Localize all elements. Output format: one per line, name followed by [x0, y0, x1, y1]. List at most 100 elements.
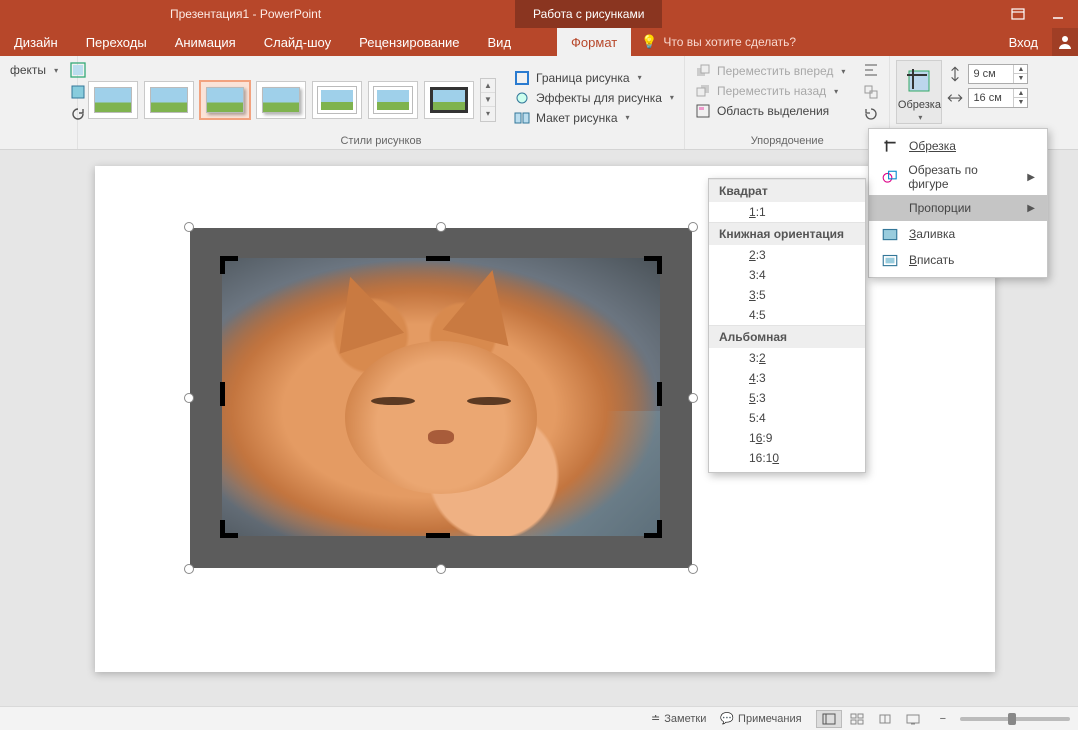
group-button[interactable] [859, 82, 883, 102]
sel-handle[interactable] [688, 564, 698, 574]
menu-crop-to-shape[interactable]: Обрезать по фигуре ▶ [869, 159, 1047, 195]
group-label-styles: Стили рисунков [84, 133, 678, 147]
selection-pane-icon [695, 103, 711, 119]
fit-icon [881, 251, 899, 269]
border-icon [514, 70, 530, 86]
document-title: Презентация1 - PowerPoint [0, 7, 998, 21]
account-icon[interactable] [1052, 28, 1078, 56]
bring-forward-icon [695, 63, 711, 79]
menu-fit[interactable]: Вписать [869, 247, 1047, 273]
crop-handle-t[interactable] [429, 256, 447, 274]
menu-fill[interactable]: Заливка [869, 221, 1047, 247]
crop-handle-br[interactable] [644, 520, 662, 538]
style-thumb-6[interactable] [368, 81, 418, 119]
style-thumb-2[interactable] [144, 81, 194, 119]
selected-picture[interactable] [190, 228, 692, 568]
crop-handle-l[interactable] [220, 385, 238, 403]
menu-crop[interactable]: Обрезка [869, 133, 1047, 159]
tab-design[interactable]: Дизайн [0, 28, 72, 56]
aspect-5-4[interactable]: 5:4 [709, 408, 865, 428]
style-thumb-5[interactable] [312, 81, 362, 119]
sel-handle[interactable] [436, 222, 446, 232]
crop-handle-b[interactable] [429, 520, 447, 538]
ribbon-display-options-icon[interactable] [998, 0, 1038, 28]
style-thumb-3[interactable] [200, 81, 250, 119]
crop-dropdown: Обрезка Обрезать по фигуре ▶ Пропорции ▶… [868, 128, 1048, 278]
crop-handle-bl[interactable] [220, 520, 238, 538]
effects-split-button[interactable]: фекты▾ [6, 62, 62, 78]
style-thumb-4[interactable] [256, 81, 306, 119]
ribbon-tabs: Дизайн Переходы Анимация Слайд-шоу Рецен… [0, 28, 1078, 56]
aspect-16-10[interactable]: 16:10 [709, 448, 865, 468]
fill-icon [881, 225, 899, 243]
aspect-3-5[interactable]: 3:5 [709, 285, 865, 305]
gallery-scroll[interactable]: ▲▼▾ [480, 78, 496, 122]
aspect-header-landscape: Альбомная [709, 325, 865, 348]
picture-layout-button[interactable]: Макет рисунка▾ [510, 109, 678, 127]
tab-format[interactable]: Формат [557, 28, 631, 56]
menu-aspect-ratio[interactable]: Пропорции ▶ [869, 195, 1047, 221]
tab-view[interactable]: Вид [474, 28, 526, 56]
notes-button[interactable]: ≐Заметки [651, 712, 706, 725]
title-bar: Презентация1 - PowerPoint Работа с рисун… [0, 0, 1078, 28]
tab-slideshow[interactable]: Слайд-шоу [250, 28, 345, 56]
crop-region[interactable] [222, 258, 660, 536]
sorter-view-button[interactable] [844, 710, 870, 728]
effects-icon [514, 90, 530, 106]
aspect-1-1[interactable]: 1:1 [709, 202, 865, 222]
width-icon [946, 89, 964, 107]
align-button[interactable] [859, 60, 883, 80]
minimize-button[interactable] [1038, 0, 1078, 28]
tab-review[interactable]: Рецензирование [345, 28, 473, 56]
width-input[interactable]: 16 см▲▼ [968, 88, 1028, 108]
crop-handle-tr[interactable] [644, 256, 662, 274]
style-thumb-1[interactable] [88, 81, 138, 119]
tell-me-placeholder: Что вы хотите сделать? [663, 35, 796, 49]
status-bar: ≐Заметки 💬Примечания − [0, 706, 1078, 730]
sel-handle[interactable] [184, 564, 194, 574]
bring-forward-button[interactable]: Переместить вперед▾ [691, 62, 850, 80]
aspect-5-3[interactable]: 5:3 [709, 388, 865, 408]
aspect-2-3[interactable]: 2:3 [709, 245, 865, 265]
picture-border-button[interactable]: Граница рисунка▾ [510, 69, 678, 87]
sel-handle[interactable] [184, 393, 194, 403]
tab-animation[interactable]: Анимация [161, 28, 250, 56]
aspect-header-square: Квадрат [709, 179, 865, 202]
sel-handle[interactable] [184, 222, 194, 232]
crop-handle-r[interactable] [644, 385, 662, 403]
slideshow-view-button[interactable] [900, 710, 926, 728]
height-icon [946, 65, 964, 83]
aspect-4-5[interactable]: 4:5 [709, 305, 865, 325]
sel-handle[interactable] [436, 564, 446, 574]
aspect-16-9[interactable]: 16:9 [709, 428, 865, 448]
reading-view-button[interactable] [872, 710, 898, 728]
zoom-out-button[interactable]: − [940, 713, 946, 725]
sel-handle[interactable] [688, 222, 698, 232]
comments-button[interactable]: 💬Примечания [720, 712, 801, 725]
sign-in-link[interactable]: Вход [995, 28, 1052, 56]
picture-styles-gallery[interactable]: ▲▼▾ [84, 72, 500, 122]
comments-icon: 💬 [720, 712, 734, 725]
height-input[interactable]: 9 см▲▼ [968, 64, 1028, 84]
crop-handle-tl[interactable] [220, 256, 238, 274]
sel-handle[interactable] [688, 393, 698, 403]
picture-effects-button[interactable]: Эффекты для рисунка▾ [510, 89, 678, 107]
tab-transitions[interactable]: Переходы [72, 28, 161, 56]
rotate-button[interactable] [859, 104, 883, 124]
aspect-3-4[interactable]: 3:4 [709, 265, 865, 285]
crop-button[interactable]: Обрезка▾ [896, 60, 942, 124]
notes-icon: ≐ [651, 712, 660, 725]
submenu-arrow-icon: ▶ [1027, 203, 1035, 214]
send-backward-button[interactable]: Переместить назад▾ [691, 82, 850, 100]
menu-fit-rest: писать [917, 253, 954, 267]
contextual-tab-title: Работа с рисунками [515, 0, 662, 28]
aspect-3-2[interactable]: 3:2 [709, 348, 865, 368]
selection-pane-button[interactable]: Область выделения [691, 102, 850, 120]
aspect-4-3[interactable]: 4:3 [709, 368, 865, 388]
normal-view-button[interactable] [816, 710, 842, 728]
style-thumb-7[interactable] [424, 81, 474, 119]
zoom-slider[interactable] [960, 717, 1070, 721]
tell-me-search[interactable]: 💡 Что вы хотите сделать? [631, 28, 806, 56]
send-backward-icon [695, 83, 711, 99]
group-label-arrange: Упорядочение [691, 133, 884, 147]
